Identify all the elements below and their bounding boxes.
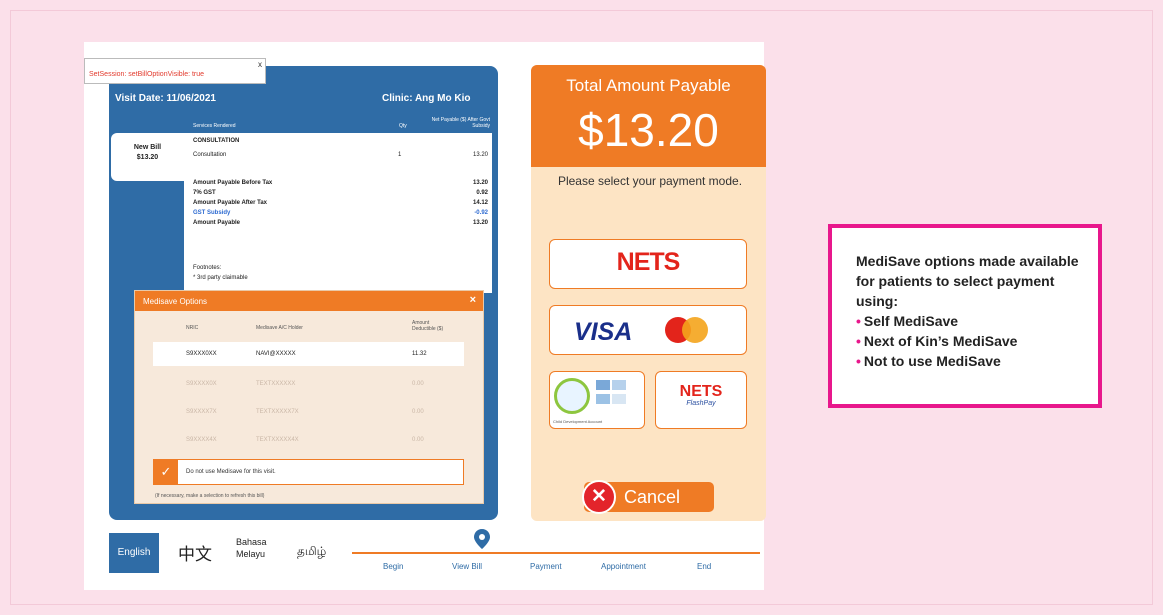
medisave-row[interactable]: S9XXXX4X TEXTXXXXX4X 0.00 — [153, 428, 464, 452]
bill-footnote: * 3rd party claimable — [193, 275, 248, 281]
bill-after-tax-label: Amount Payable After Tax — [193, 200, 268, 206]
bill-gst-label: 7% GST — [193, 190, 216, 196]
dialog-title: Medisave Options — [135, 291, 483, 311]
payment-mode-prompt: Please select your payment mode. — [557, 174, 743, 188]
language-english[interactable]: English — [109, 533, 159, 573]
step-begin: Begin — [383, 562, 404, 571]
step-payment: Payment — [530, 562, 562, 571]
cancel-label: Cancel — [624, 487, 681, 507]
nets-flashpay-logo: NETS — [679, 383, 723, 400]
row-nric: S9XXXX7X — [186, 409, 217, 415]
bill-gst-subsidy-amount: -0.92 — [474, 210, 488, 216]
row-nric: S9XXXX0X — [186, 381, 217, 387]
progress-track — [352, 552, 760, 554]
bill-line-amount: 13.20 — [472, 152, 488, 158]
new-bill-label: New Bill — [133, 144, 162, 151]
medisave-row[interactable]: S9XXXX7X TEXTXXXXX7X 0.00 — [153, 400, 464, 424]
visit-date: Visit Date: 11/06/2021 — [115, 93, 216, 104]
cancel-button[interactable]: ✕ Cancel — [582, 480, 714, 514]
debug-tooltip: x SetSession: setBillOptionVisible: true — [84, 58, 266, 84]
header-net-payable: Net Payable ($) After Govt Subsidy — [431, 117, 490, 129]
bill-before-tax-label: Amount Payable Before Tax — [193, 180, 273, 186]
row-amount: 0.00 — [412, 381, 424, 387]
total-amount-value: $13.20 — [578, 104, 719, 156]
new-bill-tab[interactable]: New Bill $13.20 — [111, 133, 184, 181]
row-amount: 11.32 — [412, 351, 427, 357]
checkmark-icon[interactable]: ✓ — [154, 460, 178, 484]
row-holder: TEXTXXXXX7X — [256, 409, 299, 415]
close-icon: ✕ — [582, 480, 616, 514]
row-holder: TEXTXXXXX4X — [256, 437, 299, 443]
language-tamil[interactable]: தமிழ் — [297, 544, 326, 560]
row-holder: NAVI@XXXXX — [256, 351, 296, 357]
visa-logo: VISA — [574, 318, 633, 346]
tooltip-text: SetSession: setBillOptionVisible: true — [89, 71, 205, 78]
callout-item: • Next of Kin’s MediSave — [856, 333, 1018, 349]
callout-item: • Self MediSave — [856, 313, 959, 329]
row-holder: TEXTXXXXXX — [256, 381, 296, 387]
step-appointment: Appointment — [601, 562, 646, 571]
medisave-callout: MediSave options made available for pati… — [828, 224, 1102, 408]
tooltip-close-icon[interactable]: x — [258, 60, 262, 69]
row-amount: 0.00 — [412, 409, 424, 415]
total-amount-box: Total Amount Payable $13.20 — [531, 65, 766, 167]
card-icon — [596, 394, 610, 404]
new-bill-amount: $13.20 — [136, 154, 159, 161]
nets-flashpay-button[interactable]: NETS FlashPay — [655, 371, 747, 429]
row-nric: S9XXX0XX — [186, 351, 217, 357]
cda-button[interactable]: Child Development Account — [549, 371, 645, 429]
medisave-row[interactable]: S9XXXX0X TEXTXXXXXX 0.00 — [153, 372, 464, 396]
cda-label: Child Development Account — [553, 419, 603, 424]
card-icon — [612, 394, 626, 404]
header-services: Services Rendered — [193, 123, 236, 129]
col-deductible: Amount Deductible ($) — [412, 320, 444, 332]
no-medisave-option[interactable]: ✓ Do not use Medisave for this visit. — [153, 459, 464, 485]
row-amount: 0.00 — [412, 437, 424, 443]
step-view-bill: View Bill — [452, 562, 483, 571]
bill-amount-payable-label: Amount Payable — [193, 220, 241, 226]
bill-line-category: CONSULTATION — [193, 138, 240, 144]
language-malay[interactable]: Bahasa Melayu — [236, 536, 267, 560]
bill-amount-payable-amount: 13.20 — [472, 220, 488, 226]
language-chinese[interactable]: 中文 — [178, 540, 212, 565]
clinic-name: Clinic: Ang Mo Kio — [382, 93, 471, 104]
callout-list: • Self MediSave • Next of Kin’s MediSave •… — [856, 311, 1098, 371]
cda-logo-icon — [554, 378, 590, 414]
refresh-note: (If necessary, make a selection to refre… — [155, 493, 265, 499]
step-end: End — [697, 562, 712, 571]
medisave-row[interactable]: S9XXX0XX NAVI@XXXXX 11.32 — [153, 342, 464, 366]
mastercard-logo-overlap — [682, 317, 708, 343]
bill-before-tax-amount: 13.20 — [472, 180, 488, 186]
bill-gst-subsidy-label: GST Subsidy — [193, 210, 231, 216]
no-medisave-label: Do not use Medisave for this visit. — [186, 469, 276, 475]
flashpay-label: FlashPay — [686, 400, 716, 407]
bill-footnotes-label: Footnotes: — [193, 265, 222, 271]
dialog-close-icon[interactable]: × — [470, 294, 476, 306]
bill-line-qty: 1 — [398, 152, 402, 158]
header-qty: Qty — [399, 123, 407, 129]
visa-mastercard-button[interactable]: VISA — [549, 305, 747, 355]
card-icon — [596, 380, 610, 390]
col-holder: Medisave A/C Holder — [256, 325, 303, 331]
bill-gst-amount: 0.92 — [476, 190, 488, 196]
nets-button[interactable]: NETS — [549, 239, 747, 289]
card-icon — [612, 380, 626, 390]
row-nric: S9XXXX4X — [186, 437, 217, 443]
callout-title: MediSave options made available for pati… — [856, 253, 1079, 309]
callout-item: • Not to use MediSave — [856, 353, 1001, 369]
location-pin-icon — [474, 529, 490, 549]
bill-line-label: Consultation — [193, 152, 227, 158]
bill-after-tax-amount: 14.12 — [472, 200, 488, 206]
total-amount-label: Total Amount Payable — [566, 76, 731, 95]
malay-line-2: Melayu — [236, 549, 266, 559]
malay-line-1: Bahasa — [236, 537, 267, 547]
col-nric: NRIC — [186, 325, 199, 331]
